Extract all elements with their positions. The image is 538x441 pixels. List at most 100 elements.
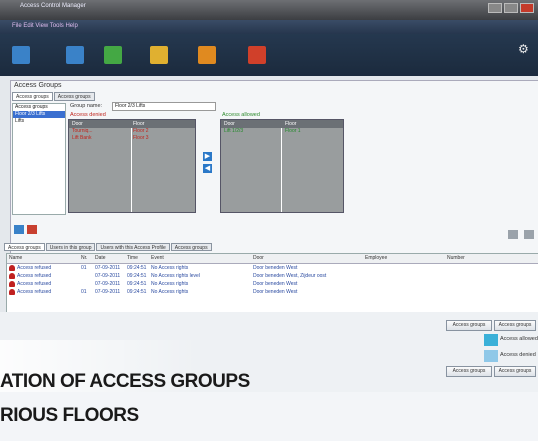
cell-text: Door beneden West <box>253 281 298 287</box>
cell-text: 09:24:51 <box>127 265 147 271</box>
table-cell: Access refused <box>7 264 79 272</box>
column-header[interactable]: Date <box>93 254 125 263</box>
table-cell <box>445 280 507 288</box>
grid-cell[interactable]: Lift 1/2/3 <box>221 128 282 135</box>
table-cell: Access refused <box>7 272 79 280</box>
delete-icon[interactable] <box>27 225 37 234</box>
list-item[interactable]: Lifts <box>13 118 65 125</box>
lower-tabs: Access groups Users in this group Users … <box>4 243 212 251</box>
column-header[interactable]: Door <box>69 120 130 128</box>
table-cell <box>445 272 507 280</box>
reports-icon[interactable] <box>198 46 216 64</box>
users-icon[interactable] <box>12 46 30 64</box>
cell-text: 09:24:51 <box>127 281 147 287</box>
nav-icon[interactable] <box>508 230 518 239</box>
table-cell <box>445 288 507 296</box>
cell-text: Access refused <box>17 289 52 295</box>
cell-text: No Access rights <box>151 265 189 271</box>
main-toolbar: ⚙ <box>0 34 538 76</box>
table-cell: 01 <box>79 288 93 296</box>
cell-text: 01 <box>81 289 87 295</box>
column-header[interactable]: Time <box>125 254 149 263</box>
action-button[interactable]: Access groups <box>494 366 536 377</box>
table-cell <box>363 264 445 272</box>
menu-bar: File Edit View Tools Help <box>0 20 538 34</box>
grid-cell[interactable]: Floor 3 <box>130 135 191 142</box>
legend-allowed-label: Access allowed <box>500 336 538 342</box>
nav-icon[interactable] <box>524 230 534 239</box>
title-bar: Access Control Manager <box>0 0 538 20</box>
close-button[interactable] <box>520 3 534 13</box>
table-cell: No Access rights <box>149 288 251 296</box>
table-cell: 07-09-2011 <box>93 288 125 296</box>
table-cell: 09:24:51 <box>125 264 149 272</box>
action-button[interactable]: Access groups <box>446 320 492 331</box>
user-denied-icon <box>9 280 15 287</box>
tab-access-groups-2[interactable]: Access groups <box>53 92 95 101</box>
save-icon[interactable] <box>14 225 24 234</box>
exit-icon[interactable] <box>104 46 122 64</box>
allowed-grid: Door Floor Lift 1/2/3 Floor 1 <box>220 119 344 213</box>
column-header[interactable]: Nr. <box>79 254 93 263</box>
column-header[interactable]: Door <box>221 120 282 128</box>
doors-icon[interactable] <box>66 46 84 64</box>
table-header: Name Nr. Date Time Event Door Employee N… <box>7 254 538 264</box>
legend-allowed-icon <box>484 334 498 346</box>
user-denied-icon <box>9 272 15 279</box>
tab-access-groups-2[interactable]: Access groups <box>170 243 212 251</box>
table-cell: 07-09-2011 <box>93 264 125 272</box>
user-denied-icon <box>9 264 15 271</box>
window-title: Access Control Manager <box>20 3 86 9</box>
cell-text: Access refused <box>17 273 52 279</box>
move-left-button[interactable]: ◀ <box>203 164 212 173</box>
table-cell: Door beneden West <box>251 288 363 296</box>
table-cell: 01 <box>79 264 93 272</box>
table-cell: No Access rights <box>149 280 251 288</box>
cell-text: Door beneden West <box>253 265 298 271</box>
move-right-button[interactable]: ▶ <box>203 152 212 161</box>
table-cell: 09:24:51 <box>125 280 149 288</box>
table-cell: Door beneden West <box>251 280 363 288</box>
table-row[interactable]: Access refused 01 07-09-2011 09:24:51 No Acc… <box>7 288 538 296</box>
group-name-label: Group name: <box>70 103 103 109</box>
table-cell: Door beneden West, Zijdeur oost <box>251 272 363 280</box>
column-header[interactable]: Door <box>251 254 363 263</box>
tab-users-in-group[interactable]: Users in this group <box>45 243 96 251</box>
column-header[interactable]: Event <box>149 254 251 263</box>
gear-icon[interactable]: ⚙ <box>518 42 532 56</box>
tab-access-groups[interactable]: Access groups <box>4 243 45 251</box>
table-row[interactable]: Access refused 07-09-2011 09:24:51 No Acces… <box>7 280 538 288</box>
column-header[interactable]: Floor <box>282 120 343 128</box>
action-button[interactable]: Access groups <box>494 320 536 331</box>
alarm-icon[interactable] <box>248 46 266 64</box>
table-row[interactable]: Access refused 07-09-2011 09:24:51 No Acces… <box>7 272 538 280</box>
column-header[interactable]: Name <box>7 254 79 263</box>
column-header[interactable]: Number <box>445 254 507 263</box>
cell-text: No Access rights <box>151 289 189 295</box>
column-header[interactable]: Employee <box>363 254 445 263</box>
maximize-button[interactable] <box>504 3 518 13</box>
list-item-selected[interactable]: Floor 2/3 Lifts <box>13 111 65 118</box>
action-button[interactable]: Access groups <box>446 366 492 377</box>
minimize-button[interactable] <box>488 3 502 13</box>
cell-text: Door beneden West <box>253 289 298 295</box>
grid-cell[interactable]: Floor 2 <box>130 128 191 135</box>
tab-users-access-profile[interactable]: Users with this Access Profile <box>96 243 170 251</box>
column-header[interactable]: Floor <box>130 120 191 128</box>
table-cell: 09:24:51 <box>125 288 149 296</box>
table-cell <box>363 288 445 296</box>
tab-access-groups[interactable]: Access groups <box>12 92 53 101</box>
caption-line-1: ATION OF ACCESS GROUPS <box>0 371 250 392</box>
grid-cell[interactable]: Floor 1 <box>282 128 343 135</box>
panel-title: Access Groups <box>14 82 62 89</box>
table-cell <box>363 272 445 280</box>
table-row[interactable]: Access refused 01 07-09-2011 09:24:51 No Acc… <box>7 264 538 272</box>
grid-cell[interactable]: Lift Bank <box>69 135 130 142</box>
group-name-input[interactable]: Floor 2/3 Lifts <box>112 102 216 111</box>
groups-icon[interactable] <box>150 46 168 64</box>
list-item[interactable]: Access groups <box>13 104 65 111</box>
menu-items[interactable]: File Edit View Tools Help <box>12 23 78 29</box>
table-cell <box>363 280 445 288</box>
cell-text: 07-09-2011 <box>95 273 121 279</box>
grid-cell[interactable]: Tourniq... <box>69 128 130 135</box>
